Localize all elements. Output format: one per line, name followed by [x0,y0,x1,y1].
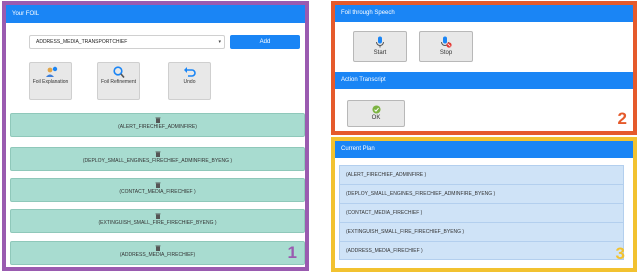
ok-label: OK [371,115,381,121]
foil-explanation-button[interactable]: Foil Explanation [29,62,72,100]
plan-panel: Current Plan (ALERT_FIRECHIEF_ADMINFIRE … [331,137,637,272]
panel-number-badge: 3 [615,244,625,263]
microphone-icon [376,36,384,48]
plan-list: (ALERT_FIRECHIEF_ADMINFIRE ) (DEPLOY_SMA… [339,165,624,265]
panel-number-badge: 2 [617,109,627,128]
chevron-down-icon: ▾ [218,39,221,45]
panel-number-badge: 1 [287,243,297,262]
undo-icon [183,67,196,77]
start-button[interactable]: Start [353,31,407,62]
foil-panel: Your FOIL ADDRESS_MEDIA_TRANSPORTCHIEF ▾… [2,1,309,271]
ok-button[interactable]: OK [347,100,405,127]
plan-item: (ADDRESS_MEDIA_FIRECHIEF ) [339,241,624,260]
speech-panel: Foil through Speech Start Stop Action Tr… [331,1,637,135]
check-circle-icon [371,105,381,114]
foil-action-label: (DEPLOY_SMALL_ENGINES_FIRECHIEF_ADMINFIR… [82,158,233,164]
plan-item: (CONTACT_MEDIA_FIRECHIEF ) [339,203,624,222]
add-button[interactable]: Add [230,35,300,49]
foil-action-label: (CONTACT_MEDIA_FIRECHIEF ) [119,189,196,195]
trash-icon [155,182,160,188]
foil-action-label: (ALERT_FIRECHIEF_ADMINFIRE) [118,124,197,130]
foil-action-label: (EXTINGUISH_SMALL_FIRE_FIRECHIEF_BYENG ) [98,220,217,226]
trash-icon [155,213,160,219]
plan-item: (DEPLOY_SMALL_ENGINES_FIRECHIEF_ADMINFIR… [339,184,624,203]
foil-action-item[interactable]: (EXTINGUISH_SMALL_FIRE_FIRECHIEF_BYENG ) [10,209,305,233]
foil-explanation-label: Foil Explanation [32,79,69,85]
undo-label: Undo [183,79,196,85]
action-select[interactable]: ADDRESS_MEDIA_TRANSPORTCHIEF ▾ [29,35,225,49]
plan-item: (ALERT_FIRECHIEF_ADMINFIRE ) [339,165,624,184]
start-label: Start [373,50,387,56]
foil-action-label: (ADDRESS_MEDIA_FIRECHIEF) [119,252,196,258]
trash-icon [155,245,160,251]
person-question-icon [45,66,57,77]
foil-refinement-label: Foil Refinement [100,79,136,85]
foil-action-item[interactable]: (ALERT_FIRECHIEF_ADMINFIRE) [10,113,305,137]
plan-item: (EXTINGUISH_SMALL_FIRE_FIRECHIEF_BYENG ) [339,222,624,241]
foil-action-item[interactable]: (DEPLOY_SMALL_ENGINES_FIRECHIEF_ADMINFIR… [10,147,305,171]
trash-icon [155,151,160,157]
microphone-off-icon [441,36,452,48]
foil-panel-header: Your FOIL [6,5,305,23]
trash-icon [155,117,160,123]
foil-action-item[interactable]: (ADDRESS_MEDIA_FIRECHIEF) [10,241,305,265]
foil-action-item[interactable]: (CONTACT_MEDIA_FIRECHIEF ) [10,178,305,202]
magnifier-icon [112,66,125,78]
stop-button[interactable]: Stop [419,31,473,62]
transcript-header: Action Transcript [335,72,633,89]
foil-refinement-button[interactable]: Foil Refinement [97,62,140,100]
undo-button[interactable]: Undo [168,62,211,100]
speech-panel-header: Foil through Speech [335,5,633,22]
stop-label: Stop [439,50,453,56]
action-select-value: ADDRESS_MEDIA_TRANSPORTCHIEF [36,39,128,45]
plan-panel-header: Current Plan [335,141,633,158]
